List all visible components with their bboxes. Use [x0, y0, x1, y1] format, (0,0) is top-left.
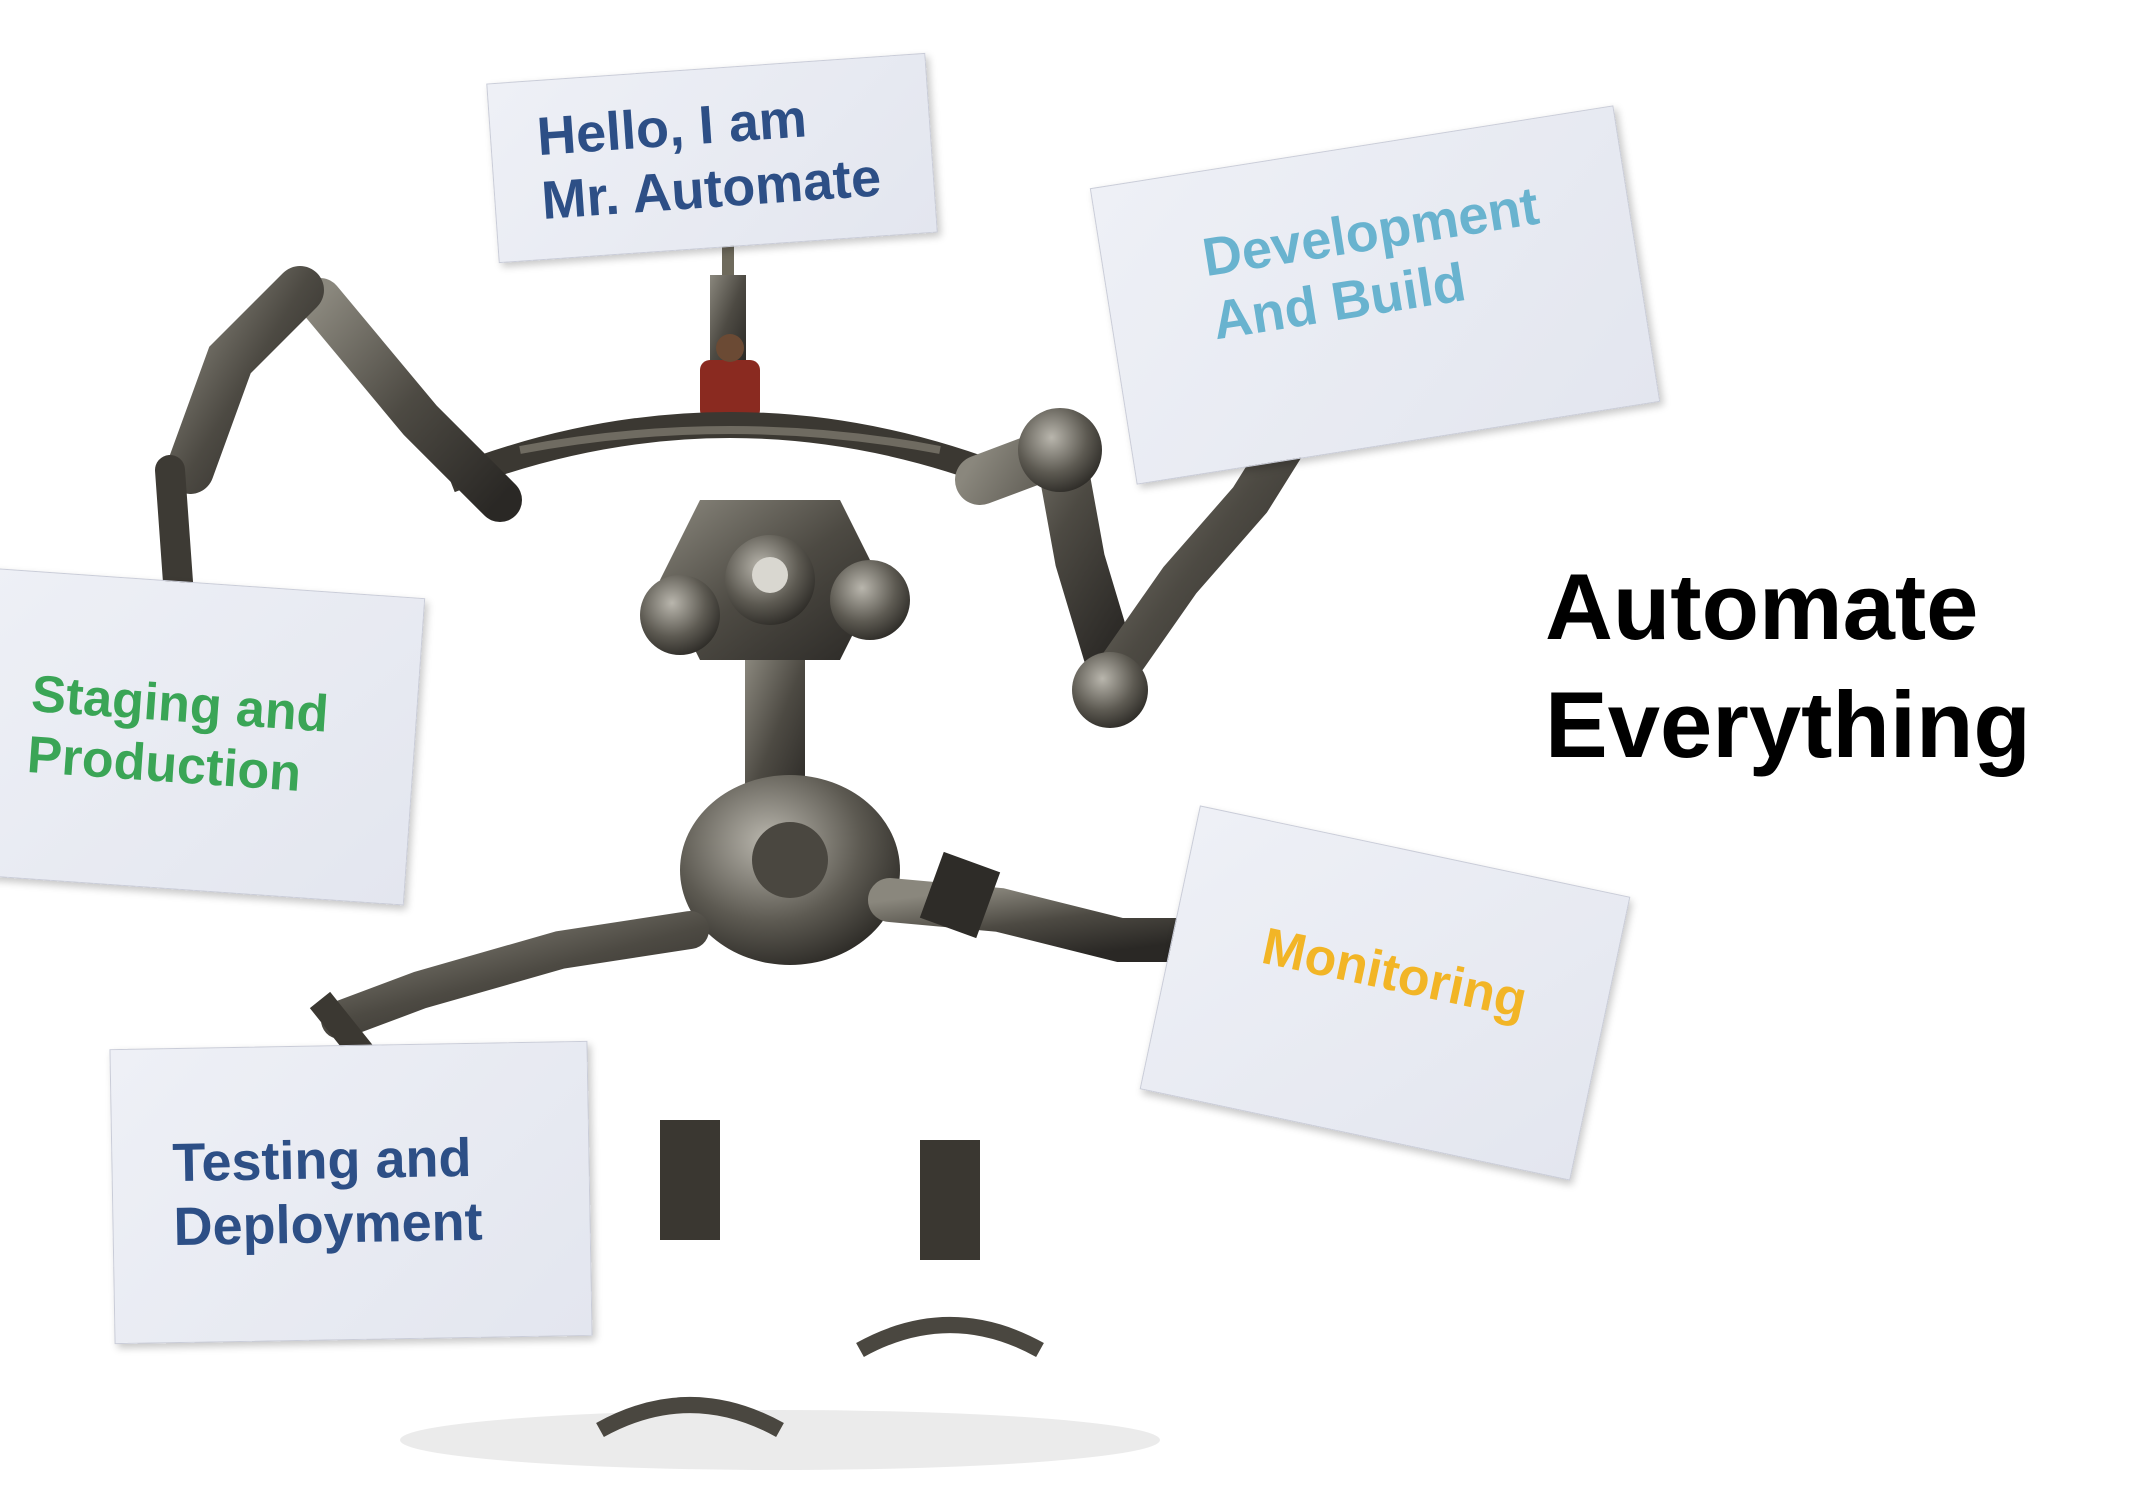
- headline-line2: Everything: [1545, 672, 2031, 778]
- hello-card: Hello, I am Mr. Automate: [486, 52, 938, 264]
- staging-card: Staging and Production: [0, 566, 426, 906]
- monitoring-card-line1: Monitoring: [1257, 917, 1532, 1031]
- testing-card-line1: Testing and: [171, 1127, 472, 1193]
- headline-line1: Automate: [1545, 554, 1979, 659]
- testing-card-line2: Deployment: [173, 1191, 484, 1257]
- headline: Automate Everything: [1545, 548, 2031, 785]
- testing-card: Testing and Deployment: [109, 1040, 593, 1345]
